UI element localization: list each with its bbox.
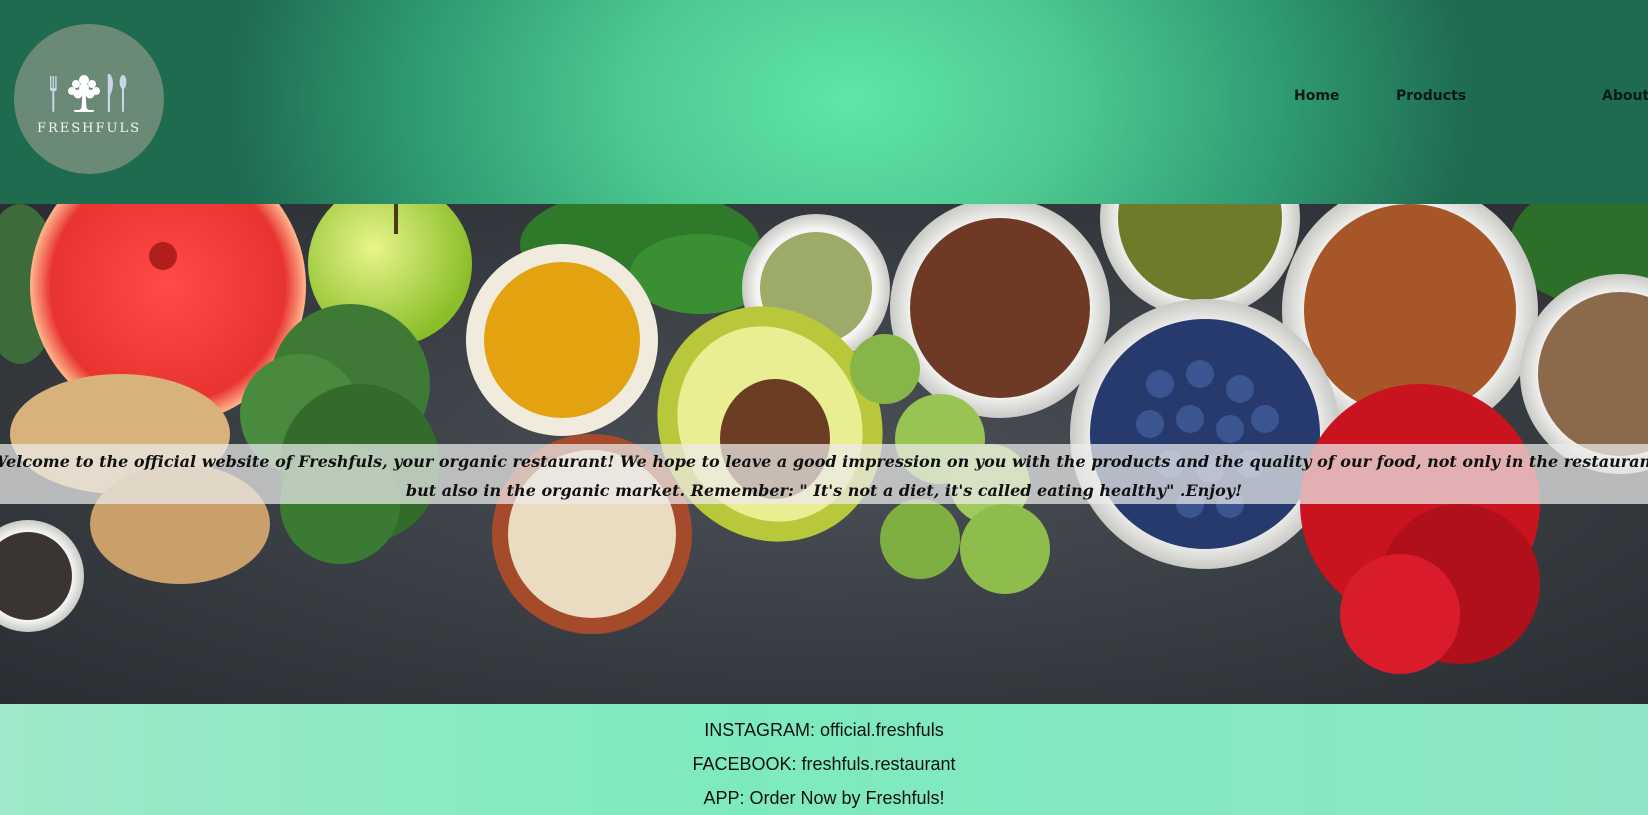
nav-about-link[interactable]: About [1602, 88, 1648, 104]
instagram-link[interactable]: INSTAGRAM: official.freshfuls [0, 720, 1648, 741]
main-nav: Home Products About [1294, 88, 1648, 112]
site-header: FRESHFULS Home Products About [0, 0, 1648, 204]
nav-home-link[interactable]: Home [1294, 88, 1339, 104]
welcome-message: Welcome to the official website of Fresh… [0, 452, 1648, 500]
freshfuls-logo[interactable]: FRESHFULS [14, 24, 164, 174]
facebook-link[interactable]: FACEBOOK: freshfuls.restaurant [0, 754, 1648, 775]
nav-products-link[interactable]: Products [1396, 88, 1466, 104]
tree-fork-spoon-icon [50, 74, 127, 112]
logo-wordmark: FRESHFULS [36, 121, 142, 136]
site-footer: INSTAGRAM: official.freshfuls FACEBOOK: … [0, 704, 1648, 815]
app-link[interactable]: APP: Order Now by Freshfuls! [0, 788, 1648, 809]
